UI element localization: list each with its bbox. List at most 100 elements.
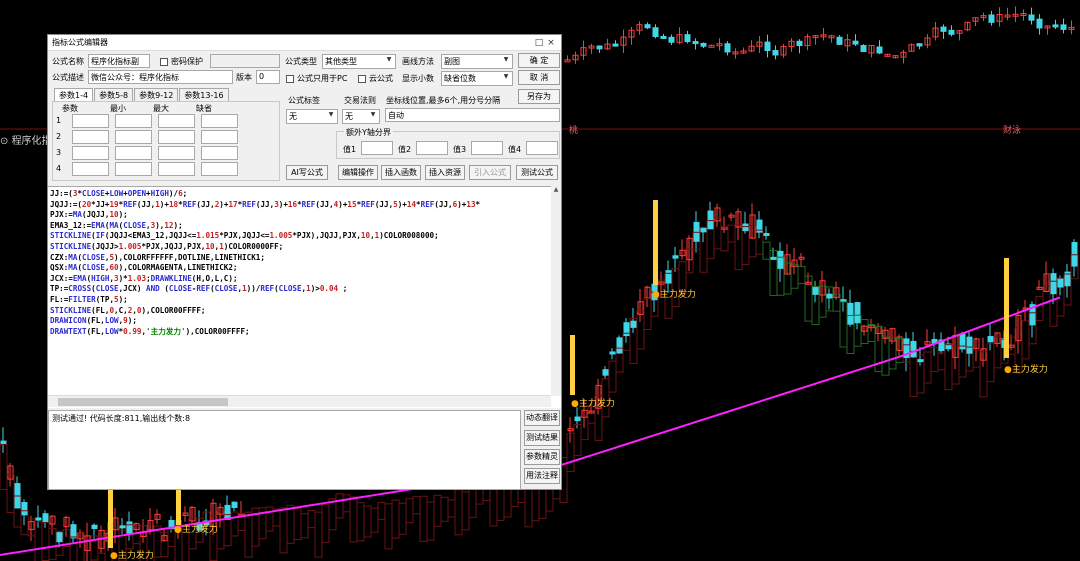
ribbon-box	[503, 485, 512, 518]
usage-notes-button[interactable]: 用法注释	[524, 468, 560, 484]
candle-body	[660, 35, 667, 39]
candle-body	[876, 46, 883, 54]
param-cell[interactable]	[158, 114, 195, 128]
test-result-button[interactable]: 测试结果	[524, 430, 560, 446]
version-field[interactable]: 0	[256, 70, 280, 84]
ai-write-button[interactable]: AI写公式	[286, 165, 328, 180]
candle-body	[56, 532, 63, 543]
code-editor[interactable]: JJ:=(3*CLOSE+LOW+OPEN+HIGH)/6; JQJJ:=(20*…	[48, 186, 561, 408]
password-checkbox[interactable]: 密码保护	[160, 56, 203, 67]
param-cell[interactable]	[72, 114, 109, 128]
ribbon-box	[335, 493, 344, 519]
param-cell[interactable]	[201, 114, 238, 128]
trade-rule-select[interactable]: 无 ▼	[342, 109, 380, 124]
candle-body	[672, 255, 679, 259]
coord-field[interactable]: 自动	[385, 108, 560, 122]
candle-body	[609, 351, 616, 355]
dynamic-translate-button[interactable]: 动态翻译	[524, 410, 560, 426]
type-select[interactable]: 其他类型 ▼	[322, 54, 396, 69]
save-as-button[interactable]: 另存为	[518, 89, 560, 104]
y-value-3-field[interactable]	[471, 141, 503, 155]
pc-only-checkbox[interactable]: 公式只用于PC	[286, 73, 347, 84]
code-line: PJX:=MA(JQJJ,10);	[50, 210, 128, 220]
ribbon-box	[1035, 295, 1044, 321]
formula-label-select[interactable]: 无 ▼	[286, 109, 338, 124]
ribbon-box	[356, 502, 365, 542]
param-cell[interactable]	[115, 146, 152, 160]
decimal-label: 显示小数	[402, 74, 434, 83]
ribbon-box	[328, 498, 337, 531]
signal-bar	[176, 488, 181, 525]
param-cell[interactable]	[201, 130, 238, 144]
scroll-thumb[interactable]	[58, 398, 228, 406]
tab-params-13-16[interactable]: 参数13-16	[179, 88, 229, 101]
y-value-2-field[interactable]	[416, 141, 448, 155]
y-value-4-field[interactable]	[526, 141, 558, 155]
ribbon-box	[391, 499, 400, 539]
param-cell[interactable]	[72, 130, 109, 144]
ribbon-box	[230, 511, 239, 537]
stock-chart-window: ⊙ 程序化指标 桃 财泳 ●主力发力 ●主力发力 ●主力发力 ●主力发力 ●主力…	[0, 0, 1080, 561]
candle-body	[1050, 273, 1057, 295]
candle-body	[988, 14, 995, 23]
vertical-scrollbar[interactable]: ▲	[551, 186, 561, 396]
edit-ops-button[interactable]: 编辑操作	[338, 165, 378, 180]
ribbon-box	[370, 507, 379, 533]
param-cell[interactable]	[201, 162, 238, 176]
name-label: 公式名称	[52, 57, 84, 66]
cloud-checkbox[interactable]: 云公式	[358, 73, 393, 84]
y-value-1-field[interactable]	[361, 141, 393, 155]
ribbon-box	[398, 502, 407, 535]
param-cell[interactable]	[158, 146, 195, 160]
tab-params-1-4[interactable]: 参数1-4	[54, 88, 94, 101]
param-cell[interactable]	[158, 162, 195, 176]
param-cell[interactable]	[115, 130, 152, 144]
ribbon-box	[1021, 320, 1030, 360]
horizontal-scrollbar[interactable]	[48, 395, 551, 407]
password-field[interactable]	[210, 54, 280, 68]
param-cell[interactable]	[158, 130, 195, 144]
candle-body	[707, 210, 714, 230]
param-row-number: 3	[56, 148, 62, 157]
insert-function-button[interactable]: 插入函数	[381, 165, 421, 180]
ribbon-box	[923, 351, 932, 384]
candle-body	[764, 41, 771, 52]
name-field[interactable]: 程序化指标副	[88, 54, 150, 68]
candle-body	[684, 34, 691, 43]
ribbon-box	[426, 501, 435, 541]
candle-body	[812, 286, 819, 295]
ok-button[interactable]: 确 定	[518, 53, 560, 68]
code-line: EMA3_12:=EMA(MA(CLOSE,3),12);	[50, 220, 183, 230]
desc-label: 公式描述	[52, 73, 84, 82]
candle-body	[630, 320, 637, 328]
param-row-number: 1	[56, 116, 62, 125]
maximize-icon[interactable]: □	[533, 38, 545, 48]
code-line: JQJJ:=(20*JJ+19*REF(JJ,1)+18*REF(JJ,2)+1…	[50, 199, 481, 209]
decimal-select[interactable]: 缺省位数 ▼	[441, 71, 513, 86]
ribbon-box	[300, 513, 309, 539]
chevron-down-icon: ▼	[328, 111, 334, 118]
y-value-2-label: 值2	[398, 145, 412, 154]
default-header: 缺省	[196, 104, 212, 113]
ribbon-box	[454, 489, 463, 536]
insert-resource-button[interactable]: 插入资源	[425, 165, 465, 180]
import-formula-button[interactable]: 引入公式	[469, 165, 511, 180]
draw-method-select[interactable]: 副图 ▼	[441, 54, 513, 69]
candle-body	[668, 36, 675, 43]
desc-field[interactable]: 微信公众号：程序化指标	[88, 70, 233, 84]
param-cell[interactable]	[115, 114, 152, 128]
test-formula-button[interactable]: 测试公式	[516, 165, 558, 180]
param-wizard-button[interactable]: 参数精灵	[524, 449, 560, 465]
cancel-button[interactable]: 取 消	[518, 70, 560, 85]
param-cell[interactable]	[201, 146, 238, 160]
candle-body	[612, 43, 619, 47]
tab-params-9-12[interactable]: 参数9-12	[134, 88, 179, 101]
param-cell[interactable]	[72, 146, 109, 160]
candle-body	[21, 502, 28, 516]
close-icon[interactable]: ×	[545, 38, 557, 48]
param-cell[interactable]	[115, 162, 152, 176]
candle-body	[836, 36, 843, 45]
param-cell[interactable]	[72, 162, 109, 176]
tab-params-5-8[interactable]: 参数5-8	[94, 88, 134, 101]
scroll-up-icon[interactable]: ▲	[551, 186, 561, 193]
